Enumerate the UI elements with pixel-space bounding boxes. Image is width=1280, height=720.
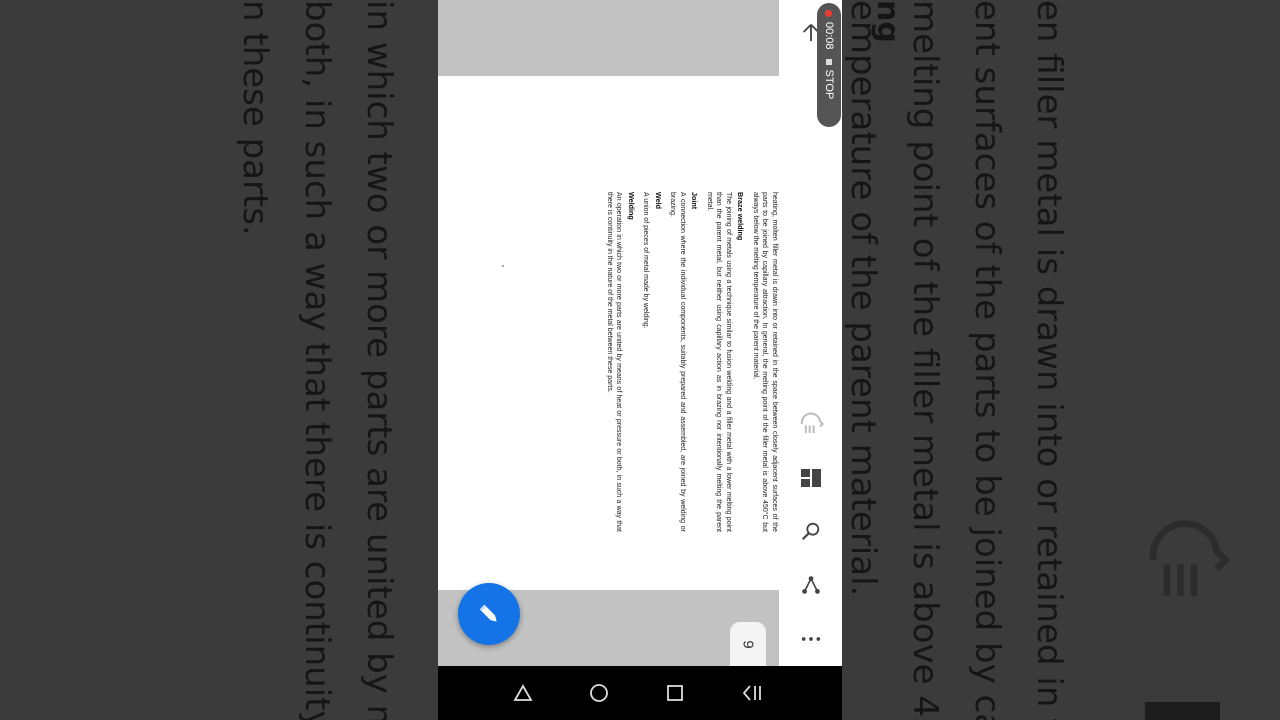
recording-time: 00:08 [823,22,835,50]
bg-line: in which two or more parts are united by… [359,0,399,720]
pencil-icon [479,604,497,622]
triangle-nav-icon [513,684,533,701]
paragraph: The joining of metals using a technique … [706,192,732,532]
page-number-indicator[interactable]: 9 [730,622,766,666]
page-mark [502,265,504,267]
bg-line: en filler metal is drawn into or retaine… [1029,0,1069,720]
screen-recorder-pill[interactable]: 00:08 STOP [817,3,841,127]
paragraph: An operation in which two or more parts … [606,192,623,532]
bg-line: melting point of the filler metal is abo… [905,0,945,720]
stop-label[interactable]: STOP [823,70,835,100]
search-icon [801,522,820,541]
document-page[interactable]: heating, molten filler metal is drawn in… [438,76,779,590]
term-heading: Welding [627,192,636,220]
home-circle-icon [590,684,608,702]
nav-back-button[interactable] [740,680,766,706]
liquid-mode-bg-icon [1149,520,1230,596]
term-heading: Joint [690,192,700,210]
nav-recents-button[interactable] [662,680,688,706]
paragraph: A union of pieces of metal made by weldi… [642,192,650,329]
phone-screen: heating, molten filler metal is drawn in… [438,0,842,720]
organize-pages-icon [801,469,821,487]
nav-home-button[interactable] [586,680,612,706]
page-number: 9 [739,639,757,649]
bg-line: ent surfaces of the parts to be joined b… [967,0,1007,720]
nav-triangle-button[interactable] [510,680,536,706]
record-dot-icon [825,10,833,17]
more-button[interactable] [797,625,825,653]
term-heading: Weld [654,192,663,210]
organize-pages-button[interactable] [797,463,825,491]
background-text-left: in which two or more parts are united by… [0,0,410,720]
page-content: heating, molten filler metal is drawn in… [533,192,779,532]
paragraph: A connection where the individual compon… [669,192,687,532]
background-heading-fragment: ng [870,0,905,43]
back-nav-icon [742,685,761,701]
system-navigation-bar [438,666,842,720]
search-button[interactable] [797,517,825,545]
term-heading: Braze welding [736,192,746,241]
share-button[interactable] [797,571,825,599]
bg-line: n these parts. [235,0,275,236]
paragraph: heating, molten filler metal is drawn in… [752,192,778,532]
liquid-mode-button[interactable] [797,410,825,438]
edit-fab-button[interactable] [458,583,520,645]
more-icon [801,637,821,641]
bg-block [1145,702,1220,720]
stop-icon [826,58,832,65]
bg-line: both, in such a way that there is contin… [297,0,337,720]
recents-square-icon [667,685,683,701]
share-icon [802,576,820,594]
liquid-mode-icon [800,412,824,434]
